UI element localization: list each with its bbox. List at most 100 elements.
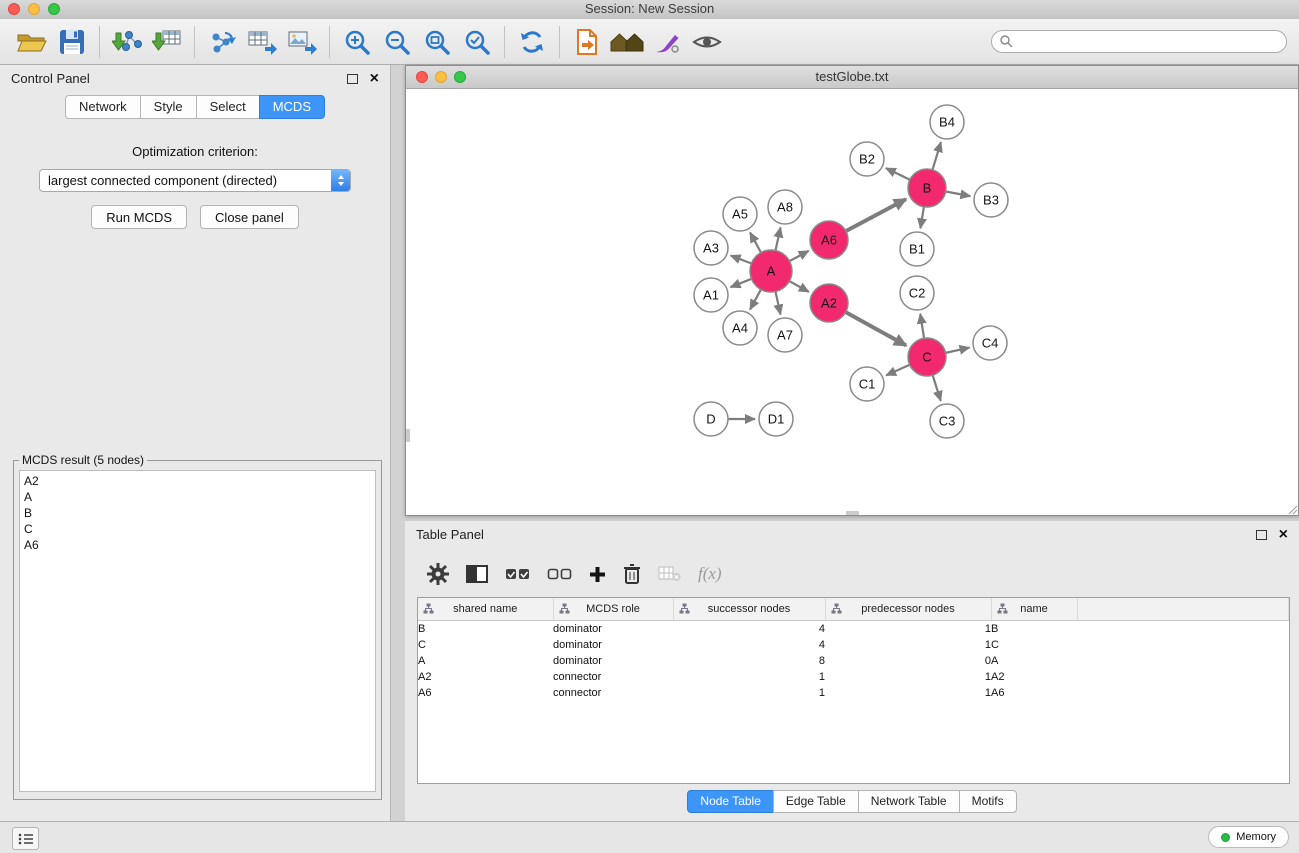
column-header-shared-name[interactable]: shared name: [418, 598, 553, 621]
delete-column-button[interactable]: [623, 563, 641, 585]
show-hide-button[interactable]: [687, 23, 727, 61]
close-panel-icon[interactable]: ×: [370, 71, 379, 87]
table-cell[interactable]: 1: [825, 685, 991, 701]
graph-edge-B-B2[interactable]: [886, 168, 910, 180]
deselect-all-rows-button[interactable]: [547, 566, 572, 583]
add-column-button[interactable]: [589, 566, 606, 583]
table-cell[interactable]: A6: [418, 685, 553, 701]
graph-node-C1[interactable]: C1: [850, 367, 884, 401]
table-cell[interactable]: dominator: [553, 621, 673, 638]
graph-node-C4[interactable]: C4: [973, 326, 1007, 360]
column-header-mcds-role[interactable]: MCDS role: [553, 598, 673, 621]
table-cell[interactable]: dominator: [553, 637, 673, 653]
table-cell[interactable]: B: [418, 621, 553, 638]
open-session-button[interactable]: [12, 23, 52, 61]
graph-edge-C-C2[interactable]: [920, 314, 924, 338]
zoom-network-window-button[interactable]: [454, 71, 466, 83]
table-cell[interactable]: 1: [825, 621, 991, 638]
close-panel-button[interactable]: Close panel: [200, 205, 299, 229]
table-cell[interactable]: A: [991, 653, 1077, 669]
graph-edge-B-B4[interactable]: [933, 142, 941, 170]
tab-motifs[interactable]: Motifs: [959, 790, 1017, 813]
column-header-name[interactable]: name: [991, 598, 1077, 621]
graph-node-B2[interactable]: B2: [850, 142, 884, 176]
graph-edge-A-A7[interactable]: [775, 292, 780, 315]
table-cell[interactable]: connector: [553, 685, 673, 701]
graph-edge-C-C4[interactable]: [946, 348, 970, 353]
mcds-result-item[interactable]: C: [20, 521, 375, 537]
combo-stepper-icon[interactable]: [331, 170, 350, 191]
close-network-window-button[interactable]: [416, 71, 428, 83]
table-row[interactable]: A6connector11A6: [418, 685, 1289, 701]
graph-node-C[interactable]: C: [908, 338, 946, 376]
memory-button[interactable]: Memory: [1208, 826, 1289, 848]
minimize-network-window-button[interactable]: [435, 71, 447, 83]
graph-node-D1[interactable]: D1: [759, 402, 793, 436]
minimize-window-button[interactable]: [28, 3, 40, 15]
table-cell[interactable]: 1: [673, 685, 825, 701]
graph-edge-A-A4[interactable]: [750, 289, 761, 309]
refresh-view-button[interactable]: [512, 23, 552, 61]
graph-node-A4[interactable]: A4: [723, 311, 757, 345]
close-panel-icon[interactable]: ×: [1279, 527, 1288, 543]
splitter-handle[interactable]: [406, 429, 410, 442]
criterion-select[interactable]: largest connected component (directed): [39, 169, 351, 192]
export-network-button[interactable]: [202, 23, 242, 61]
tab-edge-table[interactable]: Edge Table: [773, 790, 859, 813]
table-cell[interactable]: C: [991, 637, 1077, 653]
graph-node-A2[interactable]: A2: [810, 284, 848, 322]
graph-edge-A6-B[interactable]: [846, 199, 906, 231]
graph-node-A3[interactable]: A3: [694, 231, 728, 265]
table-cell[interactable]: 4: [673, 621, 825, 638]
function-builder-button[interactable]: f(x): [698, 564, 722, 584]
export-image-button[interactable]: [282, 23, 322, 61]
graph-edge-B-B3[interactable]: [946, 192, 971, 197]
import-table-button[interactable]: [147, 23, 187, 61]
column-header-successor-nodes[interactable]: successor nodes: [673, 598, 825, 621]
graph-node-A5[interactable]: A5: [723, 197, 757, 231]
graph-node-C3[interactable]: C3: [930, 404, 964, 438]
run-mcds-button[interactable]: Run MCDS: [91, 205, 187, 229]
save-session-button[interactable]: [52, 23, 92, 61]
graph-node-A[interactable]: A: [750, 250, 792, 292]
import-network-button[interactable]: [107, 23, 147, 61]
graph-node-B4[interactable]: B4: [930, 105, 964, 139]
graph-node-A1[interactable]: A1: [694, 278, 728, 312]
float-panel-icon[interactable]: [1256, 530, 1267, 540]
table-cell[interactable]: A2: [418, 669, 553, 685]
graphics-details-button[interactable]: [647, 23, 687, 61]
table-cell[interactable]: A: [418, 653, 553, 669]
zoom-out-button[interactable]: [377, 23, 417, 61]
table-cell[interactable]: B: [991, 621, 1077, 638]
task-history-button[interactable]: [12, 827, 39, 850]
graph-edge-A-A3[interactable]: [731, 256, 752, 264]
resize-grip-icon[interactable]: [1286, 503, 1298, 515]
table-cell[interactable]: C: [418, 637, 553, 653]
column-header-predecessor-nodes[interactable]: predecessor nodes: [825, 598, 991, 621]
graph-edge-A-A1[interactable]: [730, 279, 751, 287]
close-window-button[interactable]: [8, 3, 20, 15]
table-cell[interactable]: 0: [825, 653, 991, 669]
graph-edge-A2-C[interactable]: [846, 312, 906, 345]
table-cell[interactable]: 8: [673, 653, 825, 669]
table-cell[interactable]: dominator: [553, 653, 673, 669]
graph-node-A7[interactable]: A7: [768, 318, 802, 352]
table-cell[interactable]: A6: [991, 685, 1077, 701]
tab-mcds[interactable]: MCDS: [259, 95, 325, 119]
graph-edge-A-A8[interactable]: [775, 228, 780, 251]
network-canvas[interactable]: B4B2BB3A5A8A6B1A3AA1C2A2A4A7CC4C1C3DD1: [406, 89, 1298, 515]
graph-edge-A-A5[interactable]: [750, 232, 761, 252]
mcds-result-item[interactable]: B: [20, 505, 375, 521]
network-canvas-svg[interactable]: B4B2BB3A5A8A6B1A3AA1C2A2A4A7CC4C1C3DD1: [406, 89, 1298, 515]
graph-edge-A-A6[interactable]: [790, 251, 809, 261]
graph-node-B3[interactable]: B3: [974, 183, 1008, 217]
graph-node-B[interactable]: B: [908, 169, 946, 207]
splitter-handle[interactable]: [846, 511, 859, 515]
mcds-result-item[interactable]: A2: [20, 473, 375, 489]
search-field[interactable]: [991, 30, 1287, 53]
search-input[interactable]: [991, 30, 1287, 53]
delete-table-button[interactable]: [658, 566, 681, 582]
float-panel-icon[interactable]: [347, 74, 358, 84]
table-row[interactable]: Adominator80A: [418, 653, 1289, 669]
export-table-button[interactable]: [242, 23, 282, 61]
